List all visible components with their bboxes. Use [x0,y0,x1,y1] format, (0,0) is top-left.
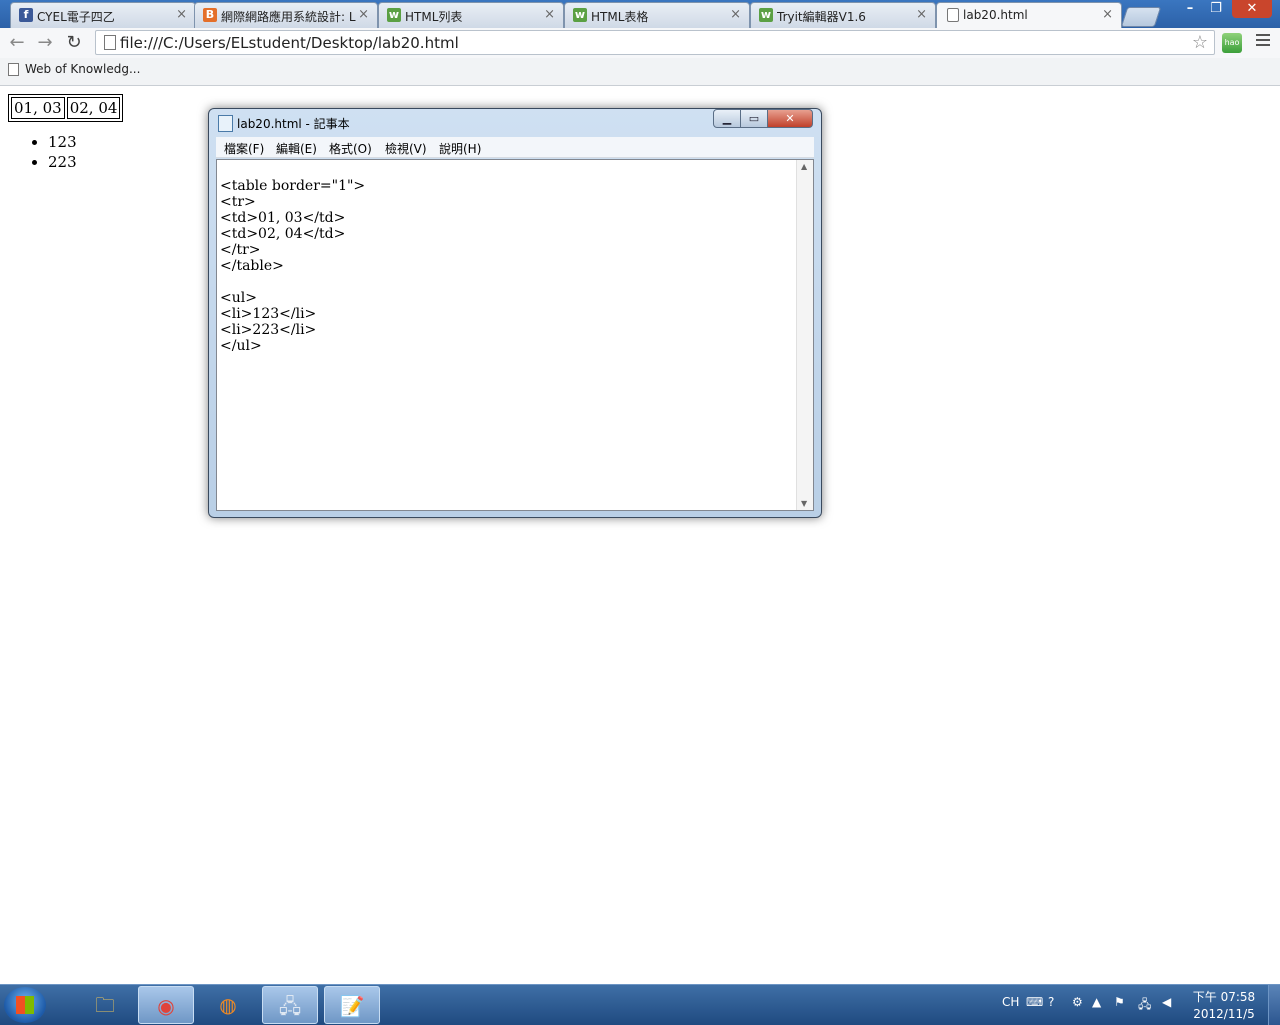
help-icon[interactable]: ? [1048,995,1054,1009]
windows-logo-icon [16,996,34,1014]
tab-close-icon[interactable]: × [916,7,927,22]
list-item: 223 [48,152,77,172]
w3-icon: w [759,8,773,22]
notepad-icon [218,115,233,132]
rendered-list: 123 223 [8,132,77,172]
address-input[interactable] [120,33,1180,52]
table-cell: 02, 04 [66,97,121,119]
close-button[interactable]: ✕ [767,109,813,128]
tab-close-icon[interactable]: × [358,7,369,22]
page-icon [8,63,19,76]
volume-icon[interactable]: ◀ [1162,995,1171,1009]
action-center-flag-icon[interactable]: ⚑ [1114,995,1125,1009]
blogger-icon: B [203,8,217,22]
start-button[interactable] [4,987,46,1023]
w3-icon: w [573,8,587,22]
taskbar: 🗀 ◉ ◍ 🖧 📝 CH ⌨ ? ⚙ ▲ ⚑ 🖧 ◀ 下午 07:58 2012… [0,984,1280,1025]
menu-bar: 檔案(F) 編輯(E) 格式(O) 檢視(V) 說明(H) [216,137,814,158]
menu-help[interactable]: 說明(H) [439,140,481,157]
clock-date: 2012/11/5 [1193,1007,1255,1021]
window-title: lab20.html - 記事本 [237,117,350,131]
back-icon[interactable]: ← [6,32,28,54]
tab-title: CYEL電子四乙 [37,10,115,24]
tab-strip: f CYEL電子四乙 × B 網際網路應用系統設計: L × w HTML列表 … [0,0,1280,29]
tab-title: 網際網路應用系統設計: L [221,10,356,24]
menu-file[interactable]: 檔案(F) [224,140,264,157]
firefox-icon[interactable]: ◍ [200,986,256,1024]
maximize-button[interactable]: ▭ [740,109,768,128]
ime-indicator[interactable]: CH [1002,995,1019,1009]
menu-edit[interactable]: 編輯(E) [276,140,317,157]
tab-close-icon[interactable]: × [1102,7,1113,22]
tab-tryit[interactable]: w Tryit編輯器V1.6 × [750,2,936,28]
browser-minimize-button[interactable]: – [1178,0,1202,18]
w3-icon: w [387,8,401,22]
menu-format[interactable]: 格式(O) [329,140,372,157]
network-icon[interactable]: 🖧 [262,986,318,1024]
scroll-down-icon[interactable]: ▼ [801,499,807,508]
explorer-icon[interactable]: 🗀 [77,986,133,1024]
tab-close-icon[interactable]: × [176,7,187,22]
tab-html-list[interactable]: w HTML列表 × [378,2,564,28]
keyboard-icon[interactable]: ⌨ [1026,995,1043,1009]
table-row: 01, 03 02, 04 [11,97,121,119]
tab-html-table[interactable]: w HTML表格 × [564,2,750,28]
tab-title: HTML表格 [591,10,649,24]
facebook-icon: f [19,8,33,22]
vertical-scrollbar[interactable]: ▲ ▼ [796,160,813,510]
reload-icon[interactable]: ↻ [63,32,85,54]
table-cell: 01, 03 [11,97,65,119]
show-hidden-icons-icon[interactable]: ▲ [1092,995,1101,1009]
address-bar[interactable]: ☆ [95,30,1215,55]
bookmark-label: Web of Knowledg... [25,62,141,76]
clock[interactable]: 下午 07:58 2012/11/5 [1192,989,1256,1023]
bookmark-item[interactable]: Web of Knowledg... [8,62,140,76]
notepad-window[interactable]: lab20.html - 記事本 ▁ ▭ ✕ 檔案(F) 編輯(E) 格式(O)… [208,108,822,518]
bookmarks-bar: Web of Knowledg... [0,58,1280,86]
tab-blogger[interactable]: B 網際網路應用系統設計: L × [194,2,378,28]
tab-title: lab20.html [963,8,1028,22]
new-tab-button[interactable] [1120,7,1162,27]
menu-view[interactable]: 檢視(V) [385,140,427,157]
notepad-icon[interactable]: 📝 [324,986,380,1024]
browser-maximize-button[interactable]: ❐ [1204,0,1228,18]
show-desktop-button[interactable] [1268,985,1280,1025]
forward-icon[interactable]: → [34,32,56,54]
options-icon[interactable]: ⚙ [1072,995,1083,1009]
tab-close-icon[interactable]: × [544,7,555,22]
clock-time: 下午 07:58 [1192,990,1256,1004]
text-editor[interactable]: <table border="1"> <tr> <td>01, 03</td> … [216,159,814,511]
tab-facebook[interactable]: f CYEL電子四乙 × [10,2,196,28]
menu-icon[interactable] [1256,34,1270,49]
tab-close-icon[interactable]: × [730,7,741,22]
page-icon [104,35,116,50]
tab-title: Tryit編輯器V1.6 [777,10,866,24]
minimize-button[interactable]: ▁ [713,109,741,128]
scroll-up-icon[interactable]: ▲ [801,162,807,171]
list-item: 123 [48,132,77,152]
bookmark-star-icon[interactable]: ☆ [1192,32,1208,53]
chrome-icon[interactable]: ◉ [138,986,194,1024]
tab-lab20[interactable]: lab20.html × [936,2,1122,29]
network-tray-icon[interactable]: 🖧 [1138,995,1151,1016]
extension-icon[interactable]: hao [1222,33,1242,53]
page-icon [947,8,959,22]
tab-title: HTML列表 [405,10,463,24]
editor-text[interactable]: <table border="1"> <tr> <td>01, 03</td> … [220,178,365,354]
browser-close-button[interactable]: ✕ [1232,0,1272,18]
rendered-table: 01, 03 02, 04 [8,94,124,122]
